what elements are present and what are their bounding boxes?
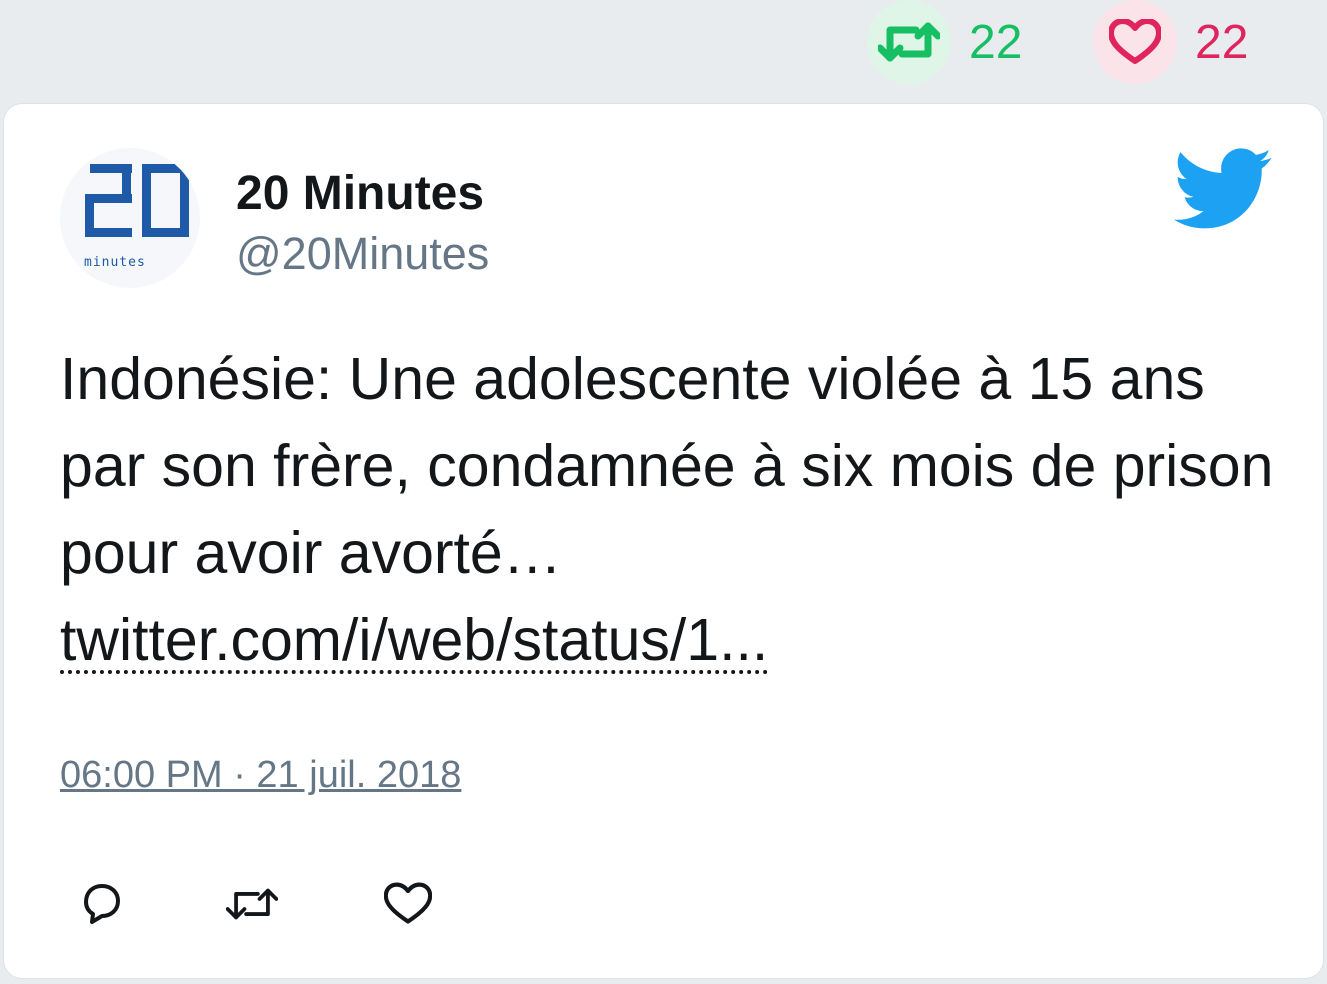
20-minutes-logo: minutes	[84, 164, 189, 270]
reply-icon[interactable]	[76, 878, 128, 930]
like-count: 22	[1195, 15, 1249, 69]
svg-text:minutes: minutes	[84, 255, 146, 270]
tweet-timestamp[interactable]: 06:00 PM · 21 juil. 2018	[60, 754, 461, 797]
heart-icon[interactable]	[1093, 0, 1177, 84]
tweet-text: Indonésie: Une adolescente violée à 15 a…	[60, 336, 1290, 684]
heart-icon[interactable]	[382, 878, 434, 930]
twitter-bird-icon[interactable]	[1173, 148, 1274, 230]
like-stat[interactable]: 22	[1093, 0, 1248, 84]
retweet-count: 22	[969, 15, 1023, 69]
retweet-stat[interactable]: 22	[867, 0, 1022, 84]
author-name[interactable]: 20 Minutes	[236, 166, 484, 221]
tweet-link[interactable]: twitter.com/i/web/status/1...	[60, 610, 769, 674]
tweet-actions	[76, 878, 476, 930]
retweet-icon[interactable]	[226, 878, 278, 930]
avatar[interactable]: minutes	[60, 148, 200, 288]
engagement-stats: 22 22	[867, 0, 1327, 84]
retweet-icon[interactable]	[867, 0, 951, 84]
tweet-card: minutes 20 Minutes @20Minutes Indonésie:…	[4, 104, 1323, 978]
author-handle[interactable]: @20Minutes	[236, 228, 489, 280]
tweet-body: Indonésie: Une adolescente violée à 15 a…	[60, 346, 1274, 586]
